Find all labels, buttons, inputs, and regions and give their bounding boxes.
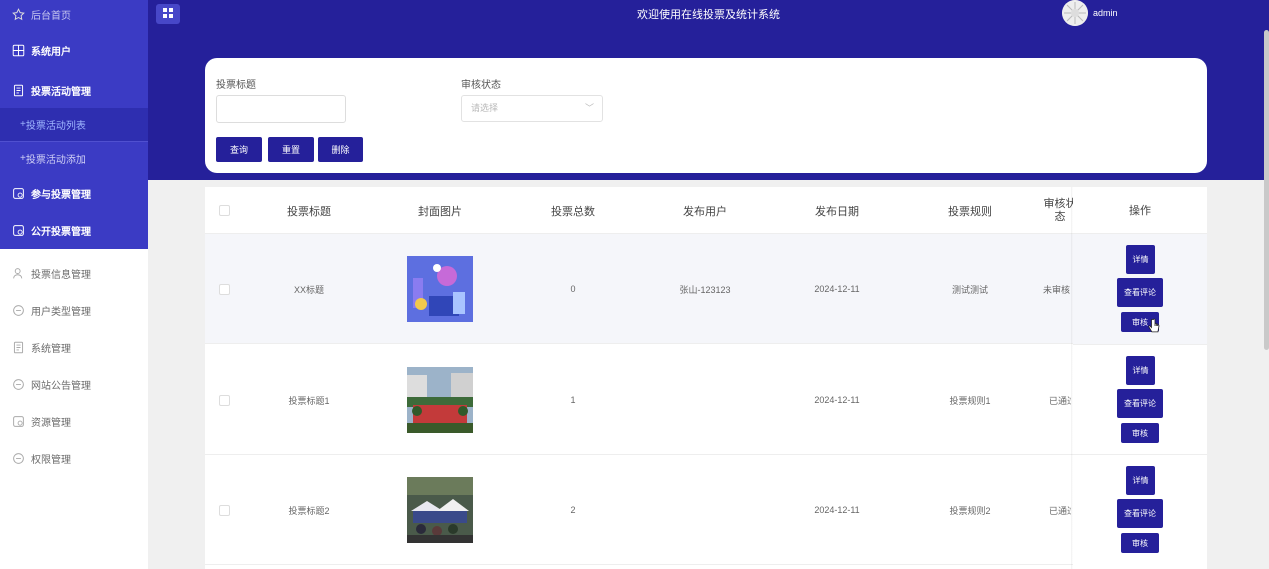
cell-cover bbox=[396, 455, 484, 565]
grid-icon bbox=[11, 43, 25, 57]
sidebar-item-participate[interactable]: 参与投票管理 bbox=[0, 175, 148, 212]
col-cover: 封面图片 bbox=[418, 205, 462, 218]
chat-icon bbox=[11, 304, 25, 318]
reset-button[interactable]: 重置 bbox=[268, 137, 314, 162]
document-icon bbox=[11, 341, 25, 355]
detail-button[interactable]: 详情 bbox=[1126, 356, 1155, 385]
sidebar-active-block: 后台首页 系统用户 投票活动管理 + 投票活动列表 + 投票活动添加 参与投票管理 bbox=[0, 0, 148, 249]
cell-total: 2 bbox=[570, 505, 576, 515]
cell-cover bbox=[396, 234, 484, 344]
view-comments-button[interactable]: 查看评论 bbox=[1117, 278, 1163, 307]
cell-title: 投票标题1 bbox=[288, 395, 330, 406]
query-button[interactable]: 查询 bbox=[216, 137, 262, 162]
sidebar-item-user-type[interactable]: 用户类型管理 bbox=[0, 292, 148, 329]
vote-table: 投票标题 封面图片 投票总数 发布用户 发布日期 投票规则 审核状态 XX标题 … bbox=[205, 187, 1207, 569]
row-checkbox[interactable] bbox=[218, 283, 230, 295]
table-row[interactable]: XX标题 0 张山-123123 2024-12-11 测试测试 未审核 bbox=[205, 234, 1207, 344]
sidebar-item-announcements[interactable]: 网站公告管理 bbox=[0, 366, 148, 403]
cell-title: 投票标题2 bbox=[288, 505, 330, 516]
cover-image[interactable] bbox=[407, 477, 473, 543]
vote-icon bbox=[11, 187, 25, 201]
sidebar-item-home[interactable]: 后台首页 bbox=[0, 0, 148, 28]
document-icon bbox=[11, 83, 25, 97]
cell-review: 未审核 bbox=[1043, 284, 1071, 295]
col-publisher: 发布用户 bbox=[683, 205, 727, 218]
cell-publisher bbox=[661, 345, 749, 455]
col-title: 投票标题 bbox=[287, 205, 331, 218]
chat-icon bbox=[11, 452, 25, 466]
table-row[interactable]: 投票标题2 2 2024-12-11 投票规则2 已通过 bbox=[205, 455, 1207, 565]
table-row[interactable]: 投票标题1 1 2024-12-11 投票规则1 已通过 bbox=[205, 345, 1207, 455]
page-scrollbar[interactable] bbox=[1264, 30, 1269, 350]
hand-cursor-icon bbox=[1148, 318, 1160, 337]
row-checkbox[interactable] bbox=[218, 394, 230, 406]
status-select-placeholder: 请选择 bbox=[471, 103, 499, 113]
cell-publisher: 张山-123123 bbox=[679, 284, 731, 295]
cell-date: 2024-12-11 bbox=[814, 284, 860, 294]
sidebar-item-vote-activity-add[interactable]: + 投票活动添加 bbox=[0, 142, 148, 175]
review-button[interactable]: 审核 bbox=[1121, 533, 1159, 553]
user-icon bbox=[11, 267, 25, 281]
title-field-label: 投票标题 bbox=[216, 80, 256, 91]
cell-total: 0 bbox=[570, 284, 576, 294]
cell-date: 2024-12-11 bbox=[814, 505, 860, 515]
row-checkbox-cell bbox=[217, 234, 231, 344]
star-icon bbox=[11, 7, 25, 21]
cell-publisher bbox=[661, 455, 749, 565]
chevron-down-icon: ﹀ bbox=[584, 103, 594, 113]
cell-title: XX标题 bbox=[293, 284, 324, 295]
status-select[interactable]: 请选择 ﹀ bbox=[461, 95, 603, 122]
sidebar-item-vote-activity-list[interactable]: + 投票活动列表 bbox=[0, 108, 148, 141]
cell-review: 已通过 bbox=[1049, 505, 1071, 516]
select-all-checkbox[interactable] bbox=[218, 205, 230, 216]
view-comments-button[interactable]: 查看评论 bbox=[1117, 499, 1163, 528]
cover-image[interactable] bbox=[407, 367, 473, 433]
col-date: 发布日期 bbox=[815, 205, 859, 218]
sidebar-item-public-vote[interactable]: 公开投票管理 bbox=[0, 212, 148, 249]
cell-review: 已通过 bbox=[1049, 395, 1071, 406]
title-input[interactable] bbox=[216, 95, 346, 123]
table-header: 投票标题 封面图片 投票总数 发布用户 发布日期 投票规则 审核状态 bbox=[205, 187, 1207, 234]
col-rules: 投票规则 bbox=[948, 205, 992, 218]
operations-column: 操作 详情 查看评论 审核 详情 查看评论 审核 详情 查看评论 审核 bbox=[1073, 187, 1207, 569]
chat-icon bbox=[11, 378, 25, 392]
row-checkbox-cell bbox=[217, 455, 231, 565]
sidebar-item-system-mgmt[interactable]: 系统管理 bbox=[0, 329, 148, 366]
vote-icon bbox=[11, 224, 25, 238]
sidebar: 后台首页 系统用户 投票活动管理 + 投票活动列表 + 投票活动添加 参与投票管理 bbox=[0, 0, 148, 569]
avatar[interactable] bbox=[1062, 0, 1088, 26]
search-panel: 投票标题 审核状态 请选择 ﹀ 查询 重置 删除 bbox=[205, 58, 1207, 173]
review-button[interactable]: 审核 bbox=[1121, 423, 1159, 443]
cell-total: 1 bbox=[570, 395, 576, 405]
detail-button[interactable]: 详情 bbox=[1126, 245, 1155, 274]
username[interactable]: admin bbox=[1093, 8, 1118, 18]
col-total: 投票总数 bbox=[551, 205, 595, 218]
sidebar-item-vote-activity[interactable]: 投票活动管理 bbox=[0, 72, 148, 108]
row-checkbox-cell bbox=[217, 345, 231, 455]
status-field-label: 审核状态 bbox=[461, 80, 501, 91]
sidebar-item-system-users[interactable]: 系统用户 bbox=[0, 28, 148, 72]
view-comments-button[interactable]: 查看评论 bbox=[1117, 389, 1163, 418]
sidebar-item-vote-info[interactable]: 投票信息管理 bbox=[0, 255, 148, 292]
cell-rules: 投票规则2 bbox=[949, 505, 991, 516]
row-checkbox[interactable] bbox=[218, 504, 230, 516]
cover-image[interactable] bbox=[407, 256, 473, 322]
delete-button[interactable]: 删除 bbox=[318, 137, 363, 162]
sidebar-item-permissions[interactable]: 权限管理 bbox=[0, 440, 148, 477]
col-operations: 操作 bbox=[1073, 187, 1207, 234]
cell-rules: 测试测试 bbox=[951, 284, 988, 295]
select-all-checkbox-cell bbox=[217, 187, 231, 234]
cell-date: 2024-12-11 bbox=[814, 395, 860, 405]
cell-cover bbox=[396, 345, 484, 455]
vote-icon bbox=[11, 415, 25, 429]
detail-button[interactable]: 详情 bbox=[1126, 466, 1155, 495]
cell-rules: 投票规则1 bbox=[949, 395, 991, 406]
sidebar-item-resources[interactable]: 资源管理 bbox=[0, 403, 148, 440]
